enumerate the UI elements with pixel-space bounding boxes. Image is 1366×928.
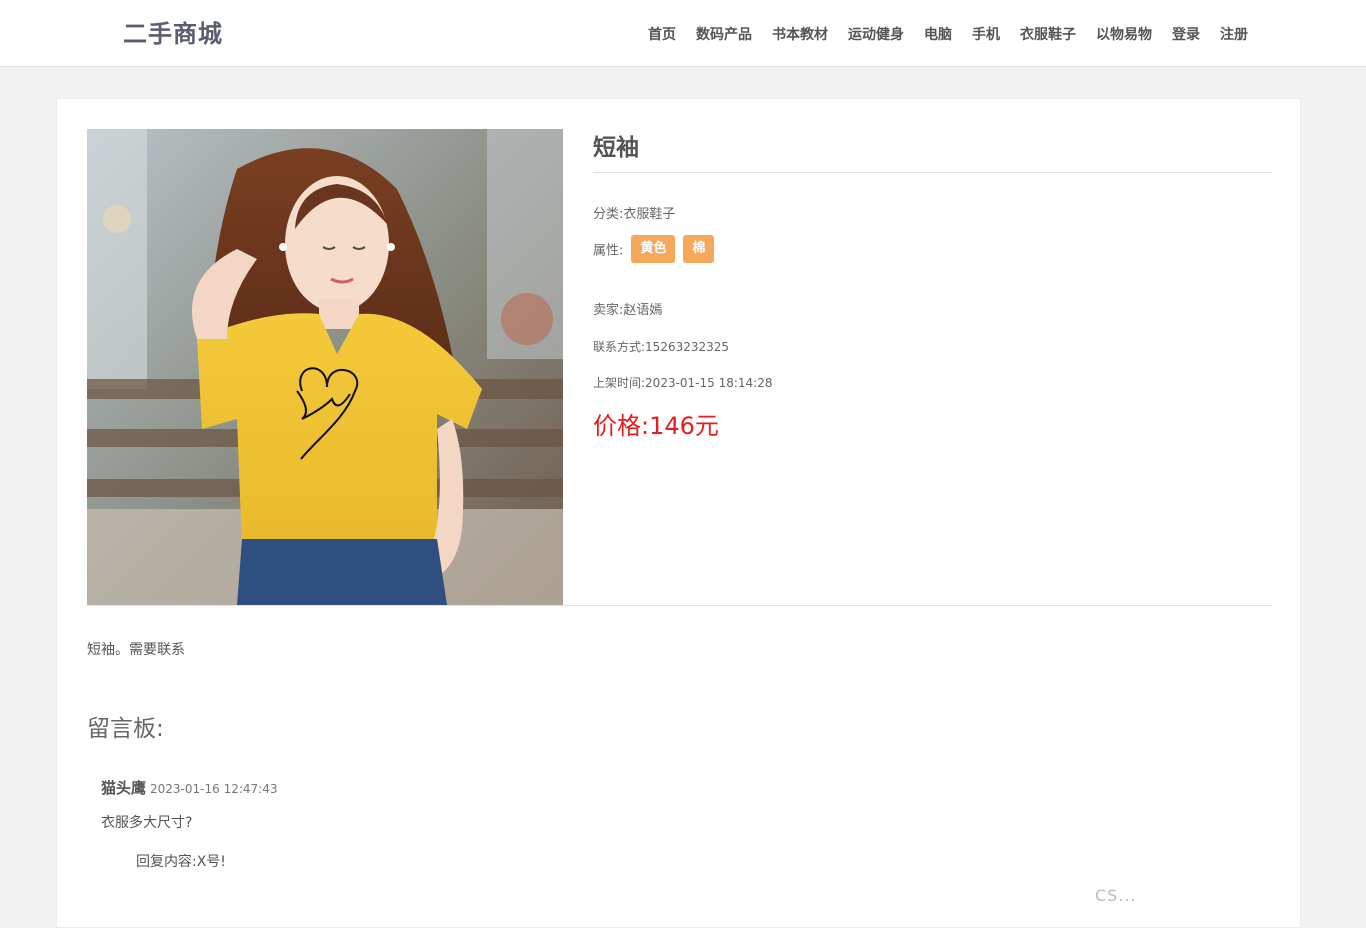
seller-row: 卖家:赵语嫣 bbox=[593, 299, 662, 318]
price-value: 146元 bbox=[649, 412, 719, 440]
seller-value: 赵语嫣 bbox=[623, 303, 663, 318]
comment-item: 猫头鹰 2023-01-16 12:47:43 衣服多大尺寸? 回复内容:X号! bbox=[101, 777, 1241, 870]
product-photo-icon bbox=[87, 129, 563, 605]
comment-author: 猫头鹰 bbox=[101, 779, 147, 797]
comment-header: 猫头鹰 2023-01-16 12:47:43 bbox=[101, 777, 1241, 798]
main-nav: 首页 数码产品 书本教材 运动健身 电脑 手机 衣服鞋子 以物易物 登录 注册 bbox=[628, 0, 1248, 67]
category-value: 衣服鞋子 bbox=[623, 207, 676, 222]
nav-barter[interactable]: 以物易物 bbox=[1096, 24, 1152, 44]
listing-time-label: 上架时间: bbox=[593, 376, 646, 390]
nav-digital[interactable]: 数码产品 bbox=[696, 24, 752, 44]
listing-time-value: 2023-01-15 18:14:28 bbox=[645, 376, 773, 390]
nav-computer[interactable]: 电脑 bbox=[924, 24, 952, 44]
price: 价格:146元 bbox=[593, 406, 719, 441]
nav-home[interactable]: 首页 bbox=[648, 24, 676, 44]
reply-label: 回复内容: bbox=[136, 854, 197, 870]
nav-sports[interactable]: 运动健身 bbox=[848, 24, 904, 44]
category-row: 分类:衣服鞋子 bbox=[593, 203, 675, 222]
seller-label: 卖家: bbox=[593, 303, 624, 318]
contact-row: 联系方式:15263232325 bbox=[593, 338, 729, 355]
attributes-label: 属性: bbox=[593, 243, 624, 259]
product-title: 短袖 bbox=[593, 129, 1272, 173]
comment-time: 2023-01-16 12:47:43 bbox=[150, 782, 278, 796]
product-image bbox=[87, 129, 563, 605]
site-logo[interactable]: 二手商城 bbox=[123, 14, 223, 49]
listing-time-row: 上架时间:2023-01-15 18:14:28 bbox=[593, 374, 773, 391]
comment-text: 衣服多大尺寸? bbox=[101, 815, 193, 831]
nav-register[interactable]: 注册 bbox=[1220, 24, 1248, 44]
nav-login[interactable]: 登录 bbox=[1172, 24, 1200, 44]
contact-label: 联系方式: bbox=[593, 340, 646, 354]
attribute-tag[interactable]: 棉 bbox=[683, 235, 715, 263]
message-board-title: 留言板: bbox=[87, 716, 164, 742]
contact-value: 15263232325 bbox=[645, 340, 730, 354]
product-info: 短袖 分类:衣服鞋子 属性: 黄色棉 卖家:赵语嫣 联系方式:1526323232… bbox=[593, 129, 1272, 440]
top-navbar: 二手商城 首页 数码产品 书本教材 运动健身 电脑 手机 衣服鞋子 以物易物 登… bbox=[0, 0, 1366, 67]
nav-phone[interactable]: 手机 bbox=[972, 24, 1000, 44]
attribute-tag[interactable]: 黄色 bbox=[631, 235, 676, 263]
product-detail-card: 短袖 分类:衣服鞋子 属性: 黄色棉 卖家:赵语嫣 联系方式:1526323232… bbox=[56, 98, 1301, 928]
reply-text: X号! bbox=[196, 854, 226, 870]
category-label: 分类: bbox=[593, 207, 624, 222]
attributes-row: 属性: 黄色棉 bbox=[593, 235, 715, 263]
nav-books[interactable]: 书本教材 bbox=[772, 24, 828, 44]
price-label: 价格: bbox=[593, 412, 650, 440]
comment-reply: 回复内容:X号! bbox=[136, 851, 226, 871]
divider bbox=[87, 605, 1272, 606]
product-description: 短袖。需要联系 bbox=[87, 642, 185, 658]
nav-clothing[interactable]: 衣服鞋子 bbox=[1020, 24, 1076, 44]
watermark: CS... bbox=[1095, 886, 1137, 905]
